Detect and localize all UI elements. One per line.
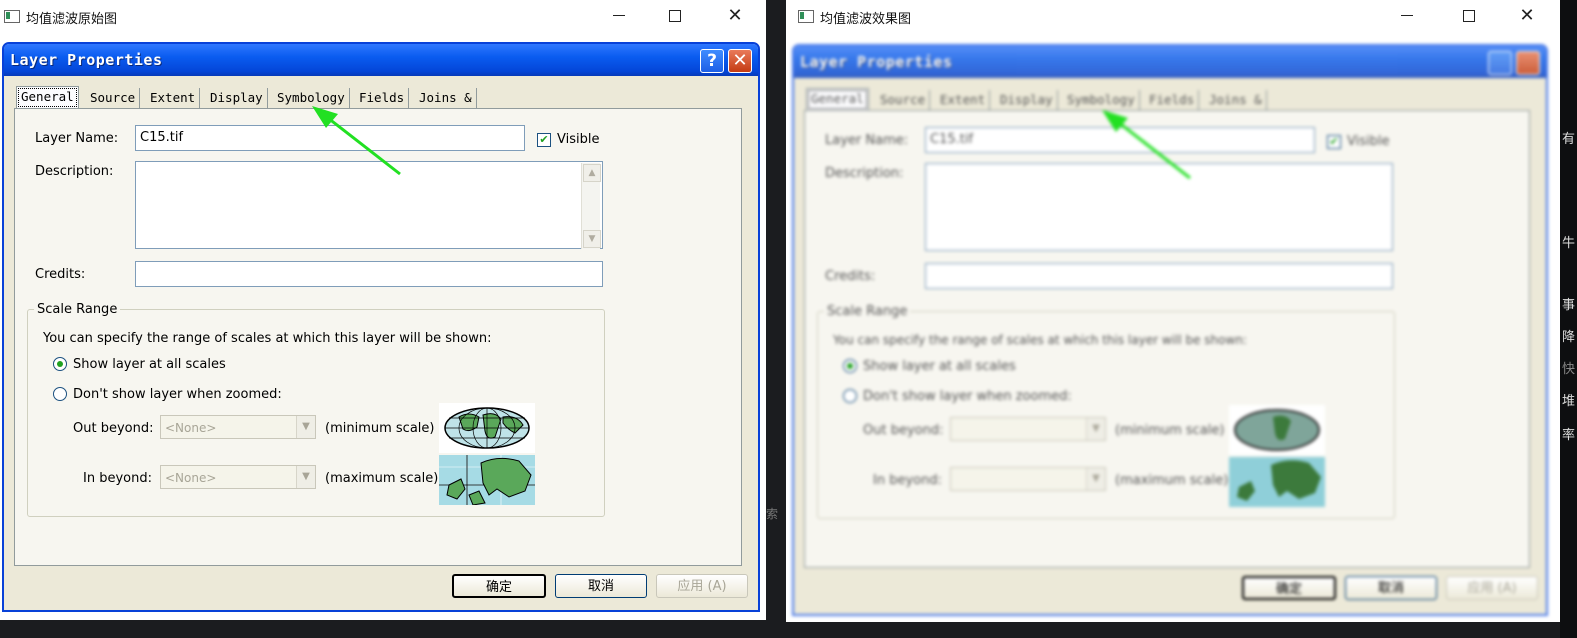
minimize-icon[interactable] [1384, 0, 1430, 32]
close-icon[interactable]: ✕ [1504, 0, 1550, 32]
gap-text: 索 [766, 507, 779, 521]
desktop-background-strip: 有 牛 事 降 快 堆 率 [1560, 0, 1577, 638]
side-text: 降 [1561, 330, 1575, 345]
side-text: 事 [1561, 298, 1575, 313]
side-text: 快 [1561, 362, 1575, 377]
window-app-icon [798, 10, 814, 23]
blurred-image: Layer Properties General Source Extent D… [786, 40, 1560, 620]
right-image-window: 均值滤波效果图 ✕ Layer Properties General Sourc… [786, 0, 1560, 622]
right-window-title: 均值滤波效果图 [820, 12, 912, 27]
blurred-annotation-arrow [1102, 110, 1191, 180]
side-text: 率 [1561, 428, 1575, 443]
side-text: 牛 [1561, 236, 1575, 251]
side-text: 堆 [1561, 394, 1575, 409]
maximize-icon[interactable] [1446, 0, 1492, 32]
annotation-arrow [312, 106, 401, 176]
right-window-titlebar[interactable]: 均值滤波效果图 ✕ [786, 0, 1560, 32]
side-text: 有 [1561, 132, 1575, 147]
left-image-window: 均值滤波原始图 ✕ Layer Properties ? ✕ General S… [0, 0, 766, 620]
